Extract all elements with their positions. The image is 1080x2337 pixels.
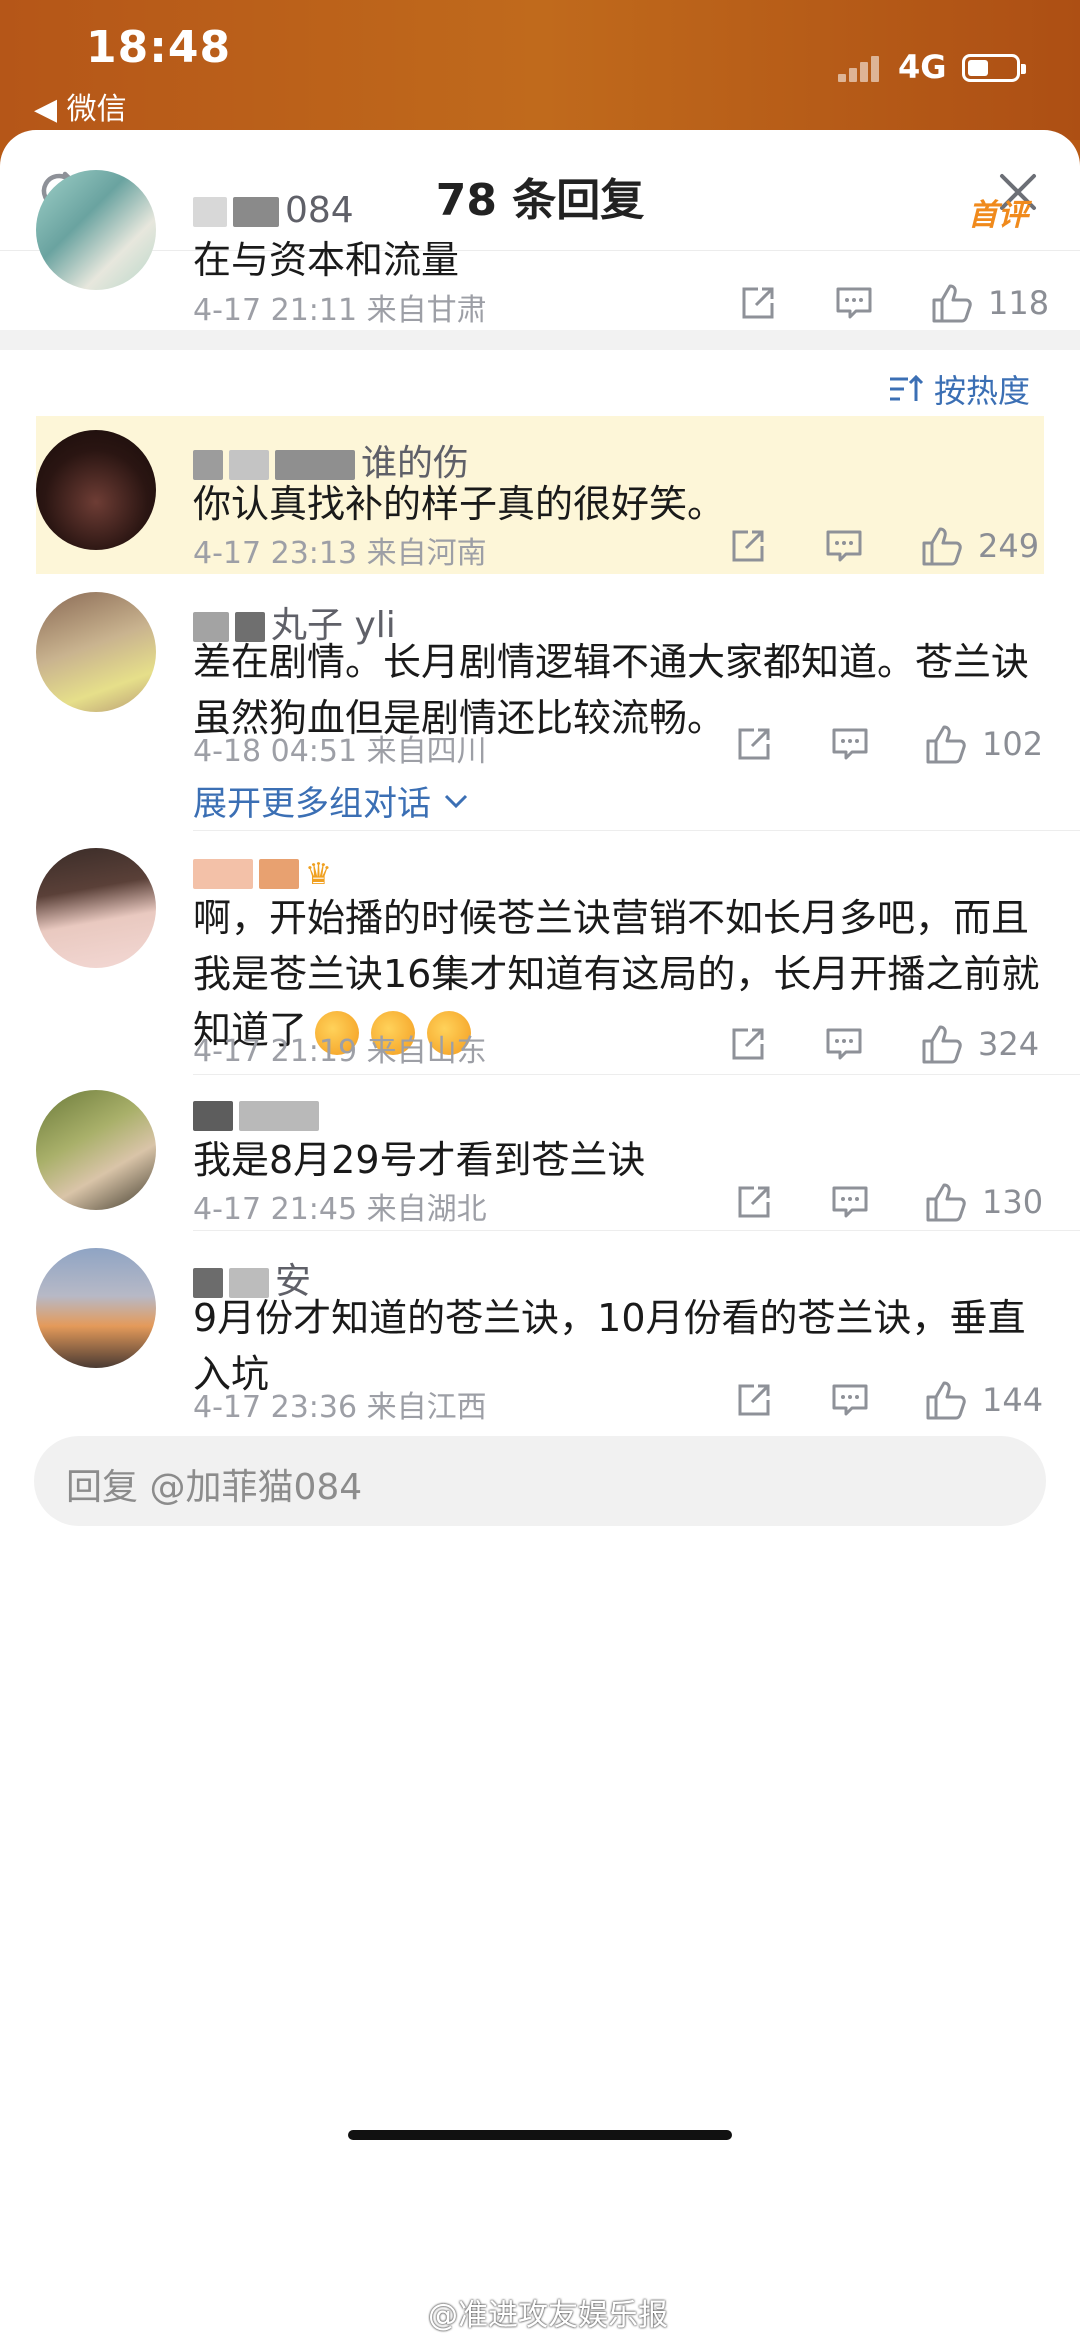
reply-item: 我是8月29号才看到苍兰诀 — [0, 1090, 1080, 1240]
comment-text: 我是8月29号才看到苍兰诀 — [193, 1138, 646, 1182]
signal-icon — [838, 52, 888, 82]
first-comment-badge: 首评 — [968, 198, 1028, 233]
comment-icon[interactable] — [830, 724, 870, 764]
main-comment: 084 在与资本和流量 — [0, 170, 1080, 330]
chevron-down-icon — [444, 794, 468, 808]
comment-icon[interactable] — [824, 1024, 864, 1064]
like-button[interactable]: 130 — [924, 1180, 1043, 1224]
comment-meta: 4-17 23:36 来自江西 — [193, 1390, 487, 1425]
like-button[interactable]: 118 — [930, 281, 1049, 325]
avatar[interactable] — [36, 1248, 156, 1368]
like-button[interactable]: 102 — [924, 722, 1043, 766]
status-time: 18:48 — [86, 22, 232, 73]
avatar[interactable] — [36, 1090, 156, 1210]
divider — [193, 830, 1080, 831]
replies-sheet: 78 条回复 084 在与资本和流量 首评 4-17 21:11 来自甘肃 11… — [0, 130, 1080, 2337]
divider — [193, 1074, 1080, 1075]
username[interactable]: ♛ — [193, 852, 332, 893]
battery-icon — [962, 54, 1026, 82]
section-divider — [0, 330, 1080, 350]
reply-item: 谁的伤 你认真找补的样子真的很好笑。 — [0, 430, 1080, 580]
like-button[interactable]: 249 — [920, 524, 1039, 568]
comment-meta: 4-17 21:45 来自湖北 — [193, 1192, 487, 1227]
forward-icon[interactable] — [738, 283, 778, 323]
comment-meta: 4-17 21:11 来自甘肃 — [193, 293, 487, 328]
status-bar: 18:48 ◀ 微信 4G — [0, 0, 1080, 140]
sort-by-hot-button[interactable]: 按热度 — [888, 366, 1030, 412]
thumbs-up-icon — [926, 1381, 966, 1420]
comment-meta: 4-17 21:19 来自山东 — [193, 1034, 487, 1069]
watermark: @准进攻友娱乐报 — [428, 2298, 668, 2333]
thumbs-up-icon — [932, 284, 972, 323]
divider — [193, 1230, 1080, 1231]
thumbs-up-icon — [926, 1183, 966, 1222]
comment-icon[interactable] — [830, 1182, 870, 1222]
thumbs-up-icon — [922, 527, 962, 566]
home-indicator[interactable] — [348, 2130, 732, 2140]
thumbs-up-icon — [922, 1025, 962, 1064]
reply-item: 丸子 yli 差在剧情。长月剧情逻辑不通大家都知道。苍兰诀虽然狗血但是剧情还比较… — [0, 592, 1080, 792]
forward-icon[interactable] — [728, 1024, 768, 1064]
reply-item: ♛ 啊，开始播的时候苍兰诀营销不如长月多吧，而且我是苍兰诀16集才知道有这局的，… — [0, 848, 1080, 1078]
reply-item: 安 9月份才知道的苍兰诀，10月份看的苍兰诀，垂直入坑 — [0, 1248, 1080, 1448]
comment-icon[interactable] — [824, 526, 864, 566]
forward-icon[interactable] — [734, 724, 774, 764]
expand-more-conversations-link[interactable]: 展开更多组对话 — [193, 776, 469, 825]
username[interactable]: 084 — [193, 190, 354, 231]
like-button[interactable]: 324 — [920, 1022, 1039, 1066]
network-type: 4G — [898, 48, 947, 86]
crown-icon: ♛ — [305, 857, 332, 892]
comment-icon[interactable] — [830, 1380, 870, 1420]
avatar[interactable] — [36, 592, 156, 712]
forward-icon[interactable] — [728, 526, 768, 566]
avatar[interactable] — [36, 430, 156, 550]
back-to-wechat-button[interactable]: ◀ 微信 — [34, 84, 127, 128]
comment-meta: 4-18 04:51 来自四川 — [193, 734, 487, 769]
comment-meta: 4-17 23:13 来自河南 — [193, 536, 487, 571]
username[interactable] — [193, 1094, 325, 1135]
comment-text: 你认真找补的样子真的很好笑。 — [193, 482, 726, 526]
comment-icon[interactable] — [834, 283, 874, 323]
forward-icon[interactable] — [734, 1380, 774, 1420]
like-button[interactable]: 144 — [924, 1378, 1043, 1422]
avatar[interactable] — [36, 170, 156, 290]
reply-input[interactable]: 回复 @加菲猫084 — [34, 1436, 1046, 1526]
sort-icon — [890, 374, 924, 401]
thumbs-up-icon — [926, 725, 966, 764]
forward-icon[interactable] — [734, 1182, 774, 1222]
avatar[interactable] — [36, 848, 156, 968]
reply-input-placeholder: 回复 @加菲猫084 — [66, 1467, 363, 1508]
comment-text: 在与资本和流量 — [193, 238, 460, 282]
